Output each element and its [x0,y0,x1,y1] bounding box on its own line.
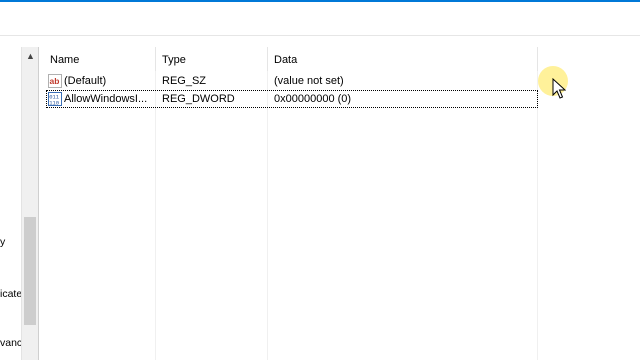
svg-text:110: 110 [49,99,59,106]
string-value-icon: ab [48,74,62,88]
svg-text:ab: ab [50,76,60,86]
tree-vertical-scrollbar[interactable]: ▲ [21,47,39,360]
value-name: (Default) [64,75,107,87]
value-data: (value not set) [274,75,344,87]
title-bar-area [0,0,640,36]
column-header-type[interactable]: Type [156,47,268,71]
dword-value-icon: 011 110 [48,92,62,106]
scroll-up-arrow-icon[interactable]: ▲ [22,47,39,64]
tree-item[interactable]: vanc [0,337,22,349]
list-item[interactable]: ab (Default) REG_SZ (value not set) [44,72,538,90]
list-item[interactable]: 011 110 AllowWindowsI... REG_DWORD 0x000… [46,90,538,108]
value-type: REG_SZ [162,75,207,87]
mouse-pointer-icon [552,78,566,99]
tree-item[interactable]: icate [0,288,22,300]
column-header-data[interactable]: Data [268,47,538,71]
value-name: AllowWindowsI... [64,93,148,105]
value-data: 0x00000000 (0) [274,93,352,105]
column-divider [155,71,156,360]
tree-item[interactable]: y [0,236,5,248]
value-type: REG_DWORD [162,93,235,105]
window-accent-line [0,0,640,2]
column-divider [537,71,538,360]
column-header-name[interactable]: Name [44,47,156,71]
column-divider [267,71,268,360]
scrollbar-thumb[interactable] [24,217,36,325]
